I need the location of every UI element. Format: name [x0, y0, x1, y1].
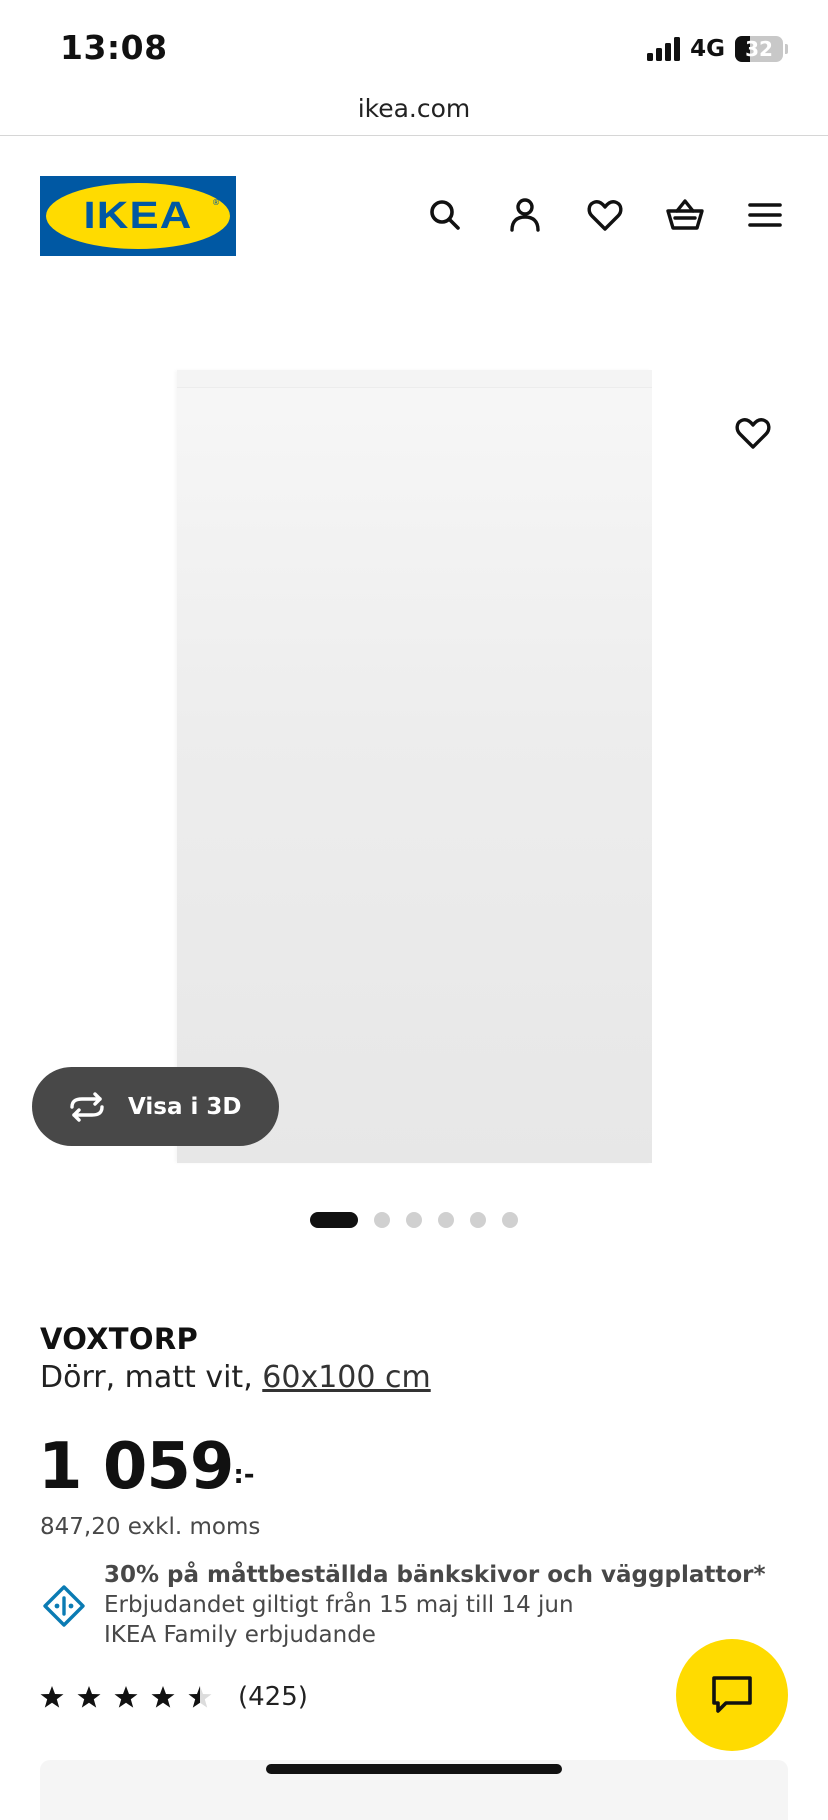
chat-bubble-icon — [712, 1676, 752, 1713]
ikea-logo[interactable]: IKEA ® — [40, 176, 236, 256]
product-image — [177, 370, 652, 1163]
star-icon — [40, 1686, 64, 1708]
status-time: 13:08 — [60, 28, 168, 67]
price-excl-vat: 847,20 exkl. moms — [40, 1514, 261, 1540]
product-name: VOXTORP — [40, 1322, 199, 1356]
price-suffix: :- — [233, 1460, 255, 1490]
star-half-icon — [188, 1686, 212, 1708]
address-bar[interactable]: ikea.com — [0, 88, 828, 136]
rating-stars — [40, 1685, 212, 1709]
carousel-dot[interactable] — [502, 1212, 518, 1228]
signal-icon — [647, 37, 681, 61]
image-carousel-dots — [0, 1210, 828, 1230]
home-indicator — [266, 1764, 562, 1774]
carousel-dot[interactable] — [374, 1212, 390, 1228]
product-size-link[interactable]: 60x100 cm — [262, 1360, 430, 1395]
carousel-dot[interactable] — [438, 1212, 454, 1228]
account-icon[interactable] — [502, 192, 548, 238]
product-rating[interactable]: (425) — [40, 1682, 308, 1712]
offer-tag-icon — [43, 1585, 85, 1627]
product-description: Dörr, matt vit, 60x100 cm — [40, 1360, 788, 1395]
add-to-favourites-button[interactable] — [730, 410, 776, 456]
product-description-text: Dörr, matt vit, — [40, 1360, 263, 1395]
heart-icon — [735, 418, 771, 449]
offer-text: 30% på måttbeställda bänkskivor och vägg… — [104, 1560, 804, 1650]
view-in-3d-button[interactable]: Visa i 3D — [32, 1067, 279, 1146]
offer-title: 30% på måttbeställda bänkskivor och vägg… — [104, 1562, 766, 1588]
rating-count: (425) — [238, 1682, 308, 1712]
search-icon[interactable] — [422, 192, 468, 238]
family-offer[interactable]: 30% på måttbeställda bänkskivor och vägg… — [40, 1560, 800, 1652]
network-type: 4G — [690, 36, 725, 62]
price-amount: 1 059 — [38, 1430, 234, 1504]
status-bar: 13:08 4G 32 — [0, 0, 828, 100]
favourites-icon[interactable] — [582, 192, 628, 238]
status-indicators: 4G 32 — [647, 34, 788, 64]
chat-button[interactable] — [676, 1639, 788, 1751]
carousel-dot[interactable] — [406, 1212, 422, 1228]
star-icon — [114, 1686, 138, 1708]
header-actions — [422, 192, 788, 238]
star-icon — [77, 1686, 101, 1708]
logo-text: IKEA — [83, 194, 193, 237]
carousel-dot[interactable] — [470, 1212, 486, 1228]
product-price: 1 059 :- — [38, 1432, 255, 1502]
menu-icon[interactable] — [742, 192, 788, 238]
star-icon — [151, 1686, 175, 1708]
battery-level: 32 — [745, 37, 773, 61]
basket-icon[interactable] — [662, 192, 708, 238]
rotate-3d-icon — [70, 1091, 104, 1122]
product-gallery[interactable]: Visa i 3D — [0, 340, 828, 1170]
offer-program: IKEA Family erbjudande — [104, 1622, 376, 1648]
site-header: IKEA ® — [40, 176, 788, 256]
product-info: VOXTORP Dörr, matt vit, 60x100 cm — [40, 1322, 788, 1395]
url-text: ikea.com — [357, 94, 471, 123]
battery-icon: 32 — [735, 36, 783, 62]
carousel-dot[interactable] — [310, 1212, 358, 1228]
offer-validity: Erbjudandet giltigt från 15 maj till 14 … — [104, 1592, 574, 1618]
view-3d-label: Visa i 3D — [128, 1093, 242, 1120]
